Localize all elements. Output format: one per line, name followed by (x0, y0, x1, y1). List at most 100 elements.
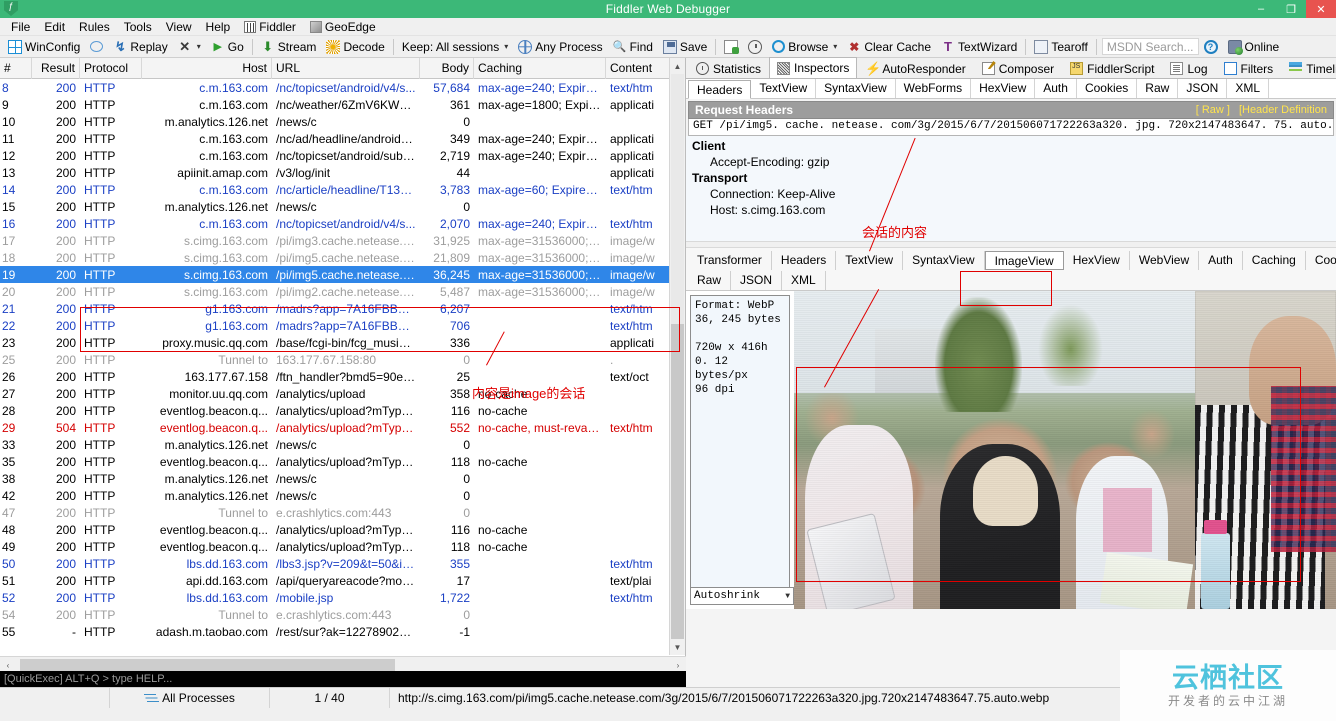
tab-statistics[interactable]: Statistics (688, 58, 769, 78)
scroll-down-icon[interactable]: ▼ (670, 639, 685, 655)
request-tab-xml[interactable]: XML (1227, 79, 1269, 98)
clear-cache-button[interactable]: ✖ Clear Cache (842, 37, 936, 57)
request-tab-cookies[interactable]: Cookies (1077, 79, 1137, 98)
table-row[interactable]: 51200HTTPapi.dd.163.com/api/queryareacod… (0, 572, 685, 589)
table-row[interactable]: 52200HTTPlbs.dd.163.com/mobile.jsp1,722t… (0, 589, 685, 606)
table-row[interactable]: 33200HTTPm.analytics.126.net/news/c0 (0, 436, 685, 453)
table-row[interactable]: 48200HTTPeventlog.beacon.q.../analytics/… (0, 521, 685, 538)
minimize-button[interactable]: – (1246, 0, 1276, 18)
image-preview[interactable] (794, 291, 1336, 609)
sessions-grid-body[interactable]: 8200HTTPc.m.163.com/nc/topicset/android/… (0, 79, 685, 655)
menu-fiddler[interactable]: Fiddler (237, 19, 303, 35)
scroll-up-icon[interactable]: ▲ (670, 58, 685, 74)
table-row[interactable]: 20200HTTPs.cimg.163.com/pi/img2.cache.ne… (0, 283, 685, 300)
menu-view[interactable]: View (159, 19, 199, 35)
msdn-search-input[interactable]: MSDN Search... (1102, 38, 1199, 55)
table-row[interactable]: 18200HTTPs.cimg.163.com/pi/img5.cache.ne… (0, 249, 685, 266)
col-header-body[interactable]: Body (420, 58, 474, 79)
table-row[interactable]: 8200HTTPc.m.163.com/nc/topicset/android/… (0, 79, 685, 96)
quickexec-input[interactable]: [QuickExec] ALT+Q > type HELP... (0, 671, 686, 687)
col-header-protocol[interactable]: Protocol (80, 58, 142, 79)
inspector-top-tabs[interactable]: StatisticsInspectors⚡AutoResponderCompos… (686, 58, 1336, 79)
col-header-caching[interactable]: Caching (474, 58, 606, 79)
table-row[interactable]: 38200HTTPm.analytics.126.net/news/c0 (0, 470, 685, 487)
table-row[interactable]: 50200HTTPlbs.dd.163.com/lbs3.jsp?v=209&t… (0, 555, 685, 572)
col-header-result[interactable]: Result (32, 58, 80, 79)
table-row[interactable]: 25200HTTPTunnel to163.177.67.158:800. (0, 351, 685, 368)
online-button[interactable]: Online (1223, 37, 1285, 57)
request-tab-auth[interactable]: Auth (1035, 79, 1077, 98)
save-button[interactable]: Save (658, 37, 712, 57)
menu-bar[interactable]: File Edit Rules Tools View Help Fiddler … (0, 18, 1336, 36)
response-tab-raw[interactable]: Raw (688, 271, 731, 290)
keep-sessions-dropdown[interactable]: Keep: All sessions ▾ (397, 37, 513, 57)
autoshrink-dropdown[interactable]: Autoshrink ▼ (690, 587, 794, 605)
tab-log[interactable]: Log (1162, 58, 1215, 78)
table-row[interactable]: 23200HTTPproxy.music.qq.com/base/fcgi-bi… (0, 334, 685, 351)
menu-edit[interactable]: Edit (37, 19, 72, 35)
response-tab-syntaxview[interactable]: SyntaxView (903, 251, 984, 270)
request-tab-syntaxview[interactable]: SyntaxView (816, 79, 895, 98)
table-row[interactable]: 13200HTTPapiinit.amap.com/v3/log/init44a… (0, 164, 685, 181)
raw-link[interactable]: [ Raw ] (1196, 104, 1230, 116)
menu-tools[interactable]: Tools (117, 19, 159, 35)
help-button[interactable]: ? (1199, 37, 1223, 57)
stream-button[interactable]: ⬇ Stream (256, 37, 322, 57)
scroll-right-icon[interactable]: › (670, 661, 686, 670)
col-header-num[interactable]: # (0, 58, 32, 79)
request-headers-links[interactable]: [ Raw ] [Header Definition (1196, 104, 1327, 116)
decode-button[interactable]: Decode (321, 37, 389, 57)
table-row[interactable]: 22200HTTPg1.163.com/madrs?app=7A16FBB6&p… (0, 317, 685, 334)
table-row[interactable]: 21200HTTPg1.163.com/madrs?app=7A16FBB6&p… (0, 300, 685, 317)
find-button[interactable]: 🔍 Find (608, 37, 658, 57)
table-row[interactable]: 28200HTTPeventlog.beacon.q.../analytics/… (0, 402, 685, 419)
request-tab-textview[interactable]: TextView (751, 79, 816, 98)
col-header-content[interactable]: Content (606, 58, 670, 79)
table-row[interactable]: 17200HTTPs.cimg.163.com/pi/img3.cache.ne… (0, 232, 685, 249)
status-processes[interactable]: All Processes (110, 688, 270, 708)
response-inspector-tabs[interactable]: TransformerHeadersTextViewSyntaxViewImag… (686, 248, 1336, 291)
tab-autoresponder[interactable]: ⚡AutoResponder (857, 58, 973, 78)
tearoff-button[interactable]: Tearoff (1029, 37, 1092, 57)
table-row[interactable]: 19200HTTPs.cimg.163.com/pi/img5.cache.ne… (0, 266, 685, 283)
table-row[interactable]: 54200HTTPTunnel toe.crashlytics.com:4430 (0, 606, 685, 623)
response-tab-cookies[interactable]: Cookies (1306, 251, 1336, 270)
response-tab-auth[interactable]: Auth (1199, 251, 1243, 270)
response-tabs-row-2[interactable]: RawJSONXML (688, 270, 1336, 290)
response-tab-json[interactable]: JSON (731, 271, 782, 290)
request-tab-headers[interactable]: Headers (688, 80, 751, 99)
tab-fiddlerscript[interactable]: FiddlerScript (1062, 58, 1162, 78)
table-row[interactable]: 47200HTTPTunnel toe.crashlytics.com:4430 (0, 504, 685, 521)
textwizard-button[interactable]: T TextWizard (936, 37, 1022, 57)
request-tab-hexview[interactable]: HexView (971, 79, 1035, 98)
browse-button[interactable]: Browse ▾ (767, 37, 842, 57)
response-tab-webview[interactable]: WebView (1130, 251, 1199, 270)
close-button[interactable]: ✕ (1306, 0, 1336, 18)
response-tab-hexview[interactable]: HexView (1064, 251, 1130, 270)
table-row[interactable]: 10200HTTPm.analytics.126.net/news/c0 (0, 113, 685, 130)
hscroll-thumb[interactable] (20, 659, 395, 672)
screenshot-button[interactable] (719, 37, 743, 57)
response-tab-imageview[interactable]: ImageView (985, 251, 1064, 270)
response-tab-headers[interactable]: Headers (772, 251, 836, 270)
scroll-left-icon[interactable]: ‹ (0, 661, 16, 670)
response-tab-caching[interactable]: Caching (1243, 251, 1306, 270)
tab-inspectors[interactable]: Inspectors (769, 57, 857, 78)
request-inspector-tabs[interactable]: HeadersTextViewSyntaxViewWebFormsHexView… (686, 79, 1336, 99)
table-row[interactable]: 49200HTTPeventlog.beacon.q.../analytics/… (0, 538, 685, 555)
status-capture[interactable] (0, 688, 110, 708)
tab-filters[interactable]: Filters (1216, 58, 1282, 78)
remove-button[interactable]: ✕ ▾ (173, 37, 206, 57)
tab-composer[interactable]: Composer (974, 58, 1062, 78)
sessions-vertical-scrollbar[interactable]: ▲ ▼ (669, 58, 685, 655)
table-row[interactable]: 9200HTTPc.m.163.com/nc/weather/6ZmV6KW%.… (0, 96, 685, 113)
header-definition-link[interactable]: [Header Definition (1239, 104, 1327, 116)
any-process-button[interactable]: Any Process (513, 37, 607, 57)
col-header-host[interactable]: Host (142, 58, 272, 79)
table-row[interactable]: 15200HTTPm.analytics.126.net/news/c0 (0, 198, 685, 215)
table-row[interactable]: 29504HTTPeventlog.beacon.q.../analytics/… (0, 419, 685, 436)
table-row[interactable]: 55-HTTPadash.m.taobao.com/rest/sur?ak=12… (0, 623, 685, 640)
window-controls[interactable]: – ❐ ✕ (1246, 0, 1336, 18)
menu-help[interactable]: Help (199, 19, 238, 35)
menu-rules[interactable]: Rules (72, 19, 117, 35)
